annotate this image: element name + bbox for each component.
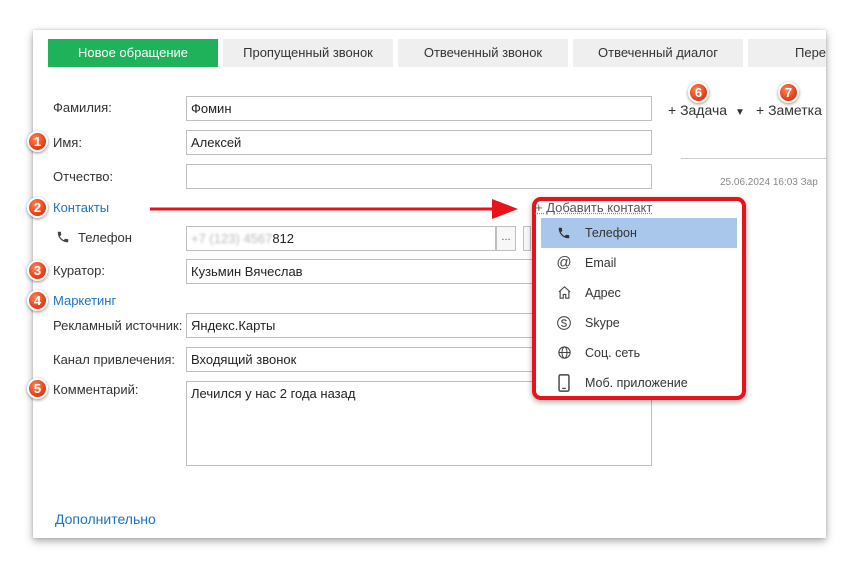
globe-icon	[554, 338, 574, 371]
tab-new-request[interactable]: Новое обращение	[48, 39, 218, 67]
badge-2: 2	[27, 197, 48, 218]
marketing-link[interactable]: Маркетинг	[53, 293, 116, 308]
phone-label: Телефон	[78, 230, 132, 245]
curator-label: Куратор:	[53, 263, 105, 278]
comment-label: Комментарий:	[53, 382, 139, 397]
last-name-field[interactable]: Фомин	[186, 96, 652, 121]
menu-item-label: Email	[585, 256, 617, 270]
menu-item-label: Моб. приложение	[585, 376, 688, 390]
contact-type-menu: Телефон @ Email Адрес Skype Соц. сеть Мо…	[541, 218, 737, 398]
menu-item-social[interactable]: Соц. сеть	[541, 338, 737, 368]
badge-3: 3	[27, 260, 48, 281]
add-contact-dropdown: Телефон @ Email Адрес Skype Соц. сеть Мо…	[532, 197, 746, 400]
channel-label: Канал привлечения:	[53, 352, 176, 367]
additional-link[interactable]: Дополнительно	[55, 511, 156, 527]
tab-transfer[interactable]: Пере	[748, 39, 826, 67]
phone-extra-button[interactable]	[523, 226, 531, 251]
last-name-label: Фамилия:	[53, 100, 112, 115]
badge-1: 1	[27, 131, 48, 152]
phone-icon	[56, 230, 70, 244]
add-contact-button[interactable]: + Добавить контакт	[535, 200, 652, 215]
badge-5: 5	[27, 378, 48, 399]
phone-field[interactable]: +7 (123) 4567812	[186, 226, 496, 251]
contacts-link[interactable]: Контакты	[53, 200, 109, 215]
first-name-field[interactable]: Алексей	[186, 130, 652, 155]
menu-item-address[interactable]: Адрес	[541, 278, 737, 308]
phone-icon	[554, 218, 574, 251]
tab-answered-call[interactable]: Отвеченный звонок	[398, 39, 568, 67]
menu-item-mobile-app[interactable]: Моб. приложение	[541, 368, 737, 398]
tab-missed-call[interactable]: Пропущенный звонок	[223, 39, 393, 67]
phone-masked-part: +7 (123) 4567	[191, 231, 273, 246]
tab-answered-dialog[interactable]: Отвеченный диалог	[573, 39, 743, 67]
menu-item-email[interactable]: @ Email	[541, 248, 737, 278]
middle-name-label: Отчество:	[53, 169, 114, 184]
ad-source-field[interactable]: Яндекс.Карты	[186, 313, 536, 338]
divider	[681, 158, 826, 159]
ad-source-label: Рекламный источник:	[53, 318, 183, 333]
menu-item-label: Соц. сеть	[585, 346, 641, 360]
red-arrow-annotation	[150, 199, 518, 219]
home-icon	[554, 278, 574, 311]
add-task-button[interactable]: + Задача ▼	[668, 102, 745, 118]
phone-visible-part: 812	[272, 231, 295, 246]
middle-name-field[interactable]	[186, 164, 652, 189]
badge-6: 6	[688, 82, 709, 103]
timestamp: 25.06.2024 16:03 Зар	[720, 177, 818, 188]
menu-item-label: Адрес	[585, 286, 621, 300]
menu-item-phone[interactable]: Телефон	[541, 218, 737, 248]
first-name-label: Имя:	[53, 135, 82, 150]
menu-item-skype[interactable]: Skype	[541, 308, 737, 338]
menu-item-label: Skype	[585, 316, 620, 330]
at-icon: @	[556, 254, 572, 271]
menu-item-label: Телефон	[585, 226, 637, 240]
badge-7: 7	[778, 82, 799, 103]
phone-more-button[interactable]: ...	[496, 226, 516, 251]
add-note-button[interactable]: + Заметка	[756, 102, 822, 118]
add-task-label: + Задача	[668, 102, 728, 118]
chevron-down-icon: ▼	[734, 107, 745, 118]
channel-field[interactable]: Входящий звонок	[186, 347, 536, 372]
skype-icon	[554, 308, 574, 342]
curator-field[interactable]: Кузьмин Вячеслав	[186, 259, 536, 284]
badge-4: 4	[27, 290, 48, 311]
mobile-icon	[554, 368, 574, 403]
